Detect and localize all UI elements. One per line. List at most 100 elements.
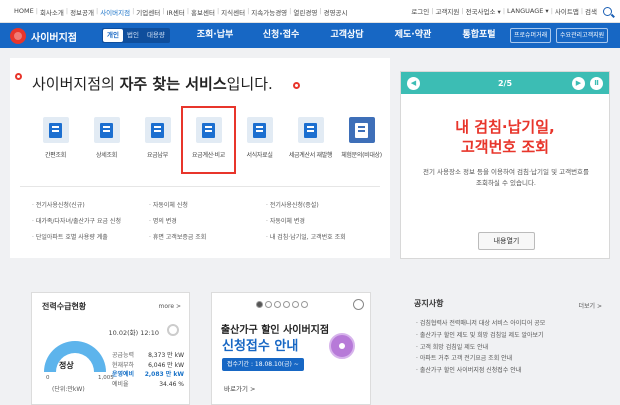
refresh-icon[interactable]	[167, 324, 179, 336]
list-item[interactable]: 검침협력사 전력매니저 대상 서비스 아이디어 공모	[416, 318, 545, 330]
link-increase-application[interactable]: 전기사용신청(증설)	[266, 200, 383, 209]
promo-banner: 출산가구 할인 사이버지점 신청접수 안내 접수기간 : 18.08.10(금)…	[211, 292, 371, 405]
next-arrow-icon[interactable]: ▶	[572, 77, 585, 90]
touch-icon	[329, 333, 355, 359]
nav-application[interactable]: 신청·접수	[248, 23, 314, 48]
top-utility-bar: HOME | 회사소개 | 정보공개 | 사이버지점 | 기업센터 | IR센터 | 홍보센…	[0, 0, 620, 23]
top-link-knowledge[interactable]: 지식센터	[219, 7, 247, 17]
list-item[interactable]: 아파트 거주 고객 전기요금 조회 안내	[416, 353, 545, 365]
nav-inquiry-payment[interactable]: 조회·납부	[182, 23, 248, 48]
notice-more-link[interactable]: 더보기 >	[579, 301, 603, 310]
search-link[interactable]: 검색	[583, 6, 599, 16]
page-dot[interactable]	[292, 301, 299, 308]
sitemap-link[interactable]: 사이트맵	[553, 6, 581, 16]
top-left-links: HOME | 회사소개 | 정보공개 | 사이버지점 | 기업센터 | IR센터 | 홍보센…	[12, 7, 350, 17]
prev-arrow-icon[interactable]: ◀	[407, 77, 420, 90]
power-more-link[interactable]: more >	[159, 303, 181, 310]
top-link-pr[interactable]: 홍보센터	[189, 7, 217, 17]
promo-period: 접수기간 : 18.08.10(금) ~	[222, 358, 304, 371]
page-dot[interactable]	[283, 301, 290, 308]
link-family-discount[interactable]: 대가족/다자녀/출산가구 요금 신청	[32, 216, 149, 225]
slide-description: 전기 사용장소 정보 등을 이용하여 검침·납기일 및 고객번호를 조회하실 수…	[422, 168, 590, 187]
segment-large[interactable]: 대용량	[143, 29, 169, 42]
top-link-cyber-branch[interactable]: 사이버지점	[98, 7, 132, 17]
top-link-sustainability[interactable]: 지속가능경영	[249, 7, 289, 17]
login-link[interactable]: 로그인	[409, 6, 431, 16]
segment-corporate[interactable]: 법인	[123, 29, 143, 42]
slide-counter: 2/5	[497, 78, 513, 88]
pause-icon[interactable]: Ⅱ	[590, 77, 603, 90]
customer-type-switch: 개인 법인 대용량	[102, 28, 170, 43]
quick-links: 전기사용신청(신규) 자동이체 신청 전기사용신청(증설) 대가족/다자녀/출산…	[32, 200, 383, 241]
brand[interactable]: 사이버지점	[10, 28, 77, 44]
promo-go-link[interactable]: 바로가기 >	[224, 383, 255, 393]
link-meter-date-inquiry[interactable]: 내 검침·납기일, 고객번호 조회	[266, 232, 383, 241]
supply-gauge	[44, 341, 106, 372]
link-name-change[interactable]: 명의 변경	[149, 216, 266, 225]
top-link-company[interactable]: 회사소개	[38, 7, 66, 17]
banner-pagination	[256, 301, 308, 308]
service-payment[interactable]: 요금납부	[134, 110, 181, 170]
service-icons: 간편조회 상세조회 요금납부 요금계산·비교 서식자료실 세금계산서 재발행 체…	[32, 106, 385, 174]
link-apartment-usage[interactable]: 단일아파트 호별 사용량 계출	[32, 232, 149, 241]
top-link-disclosure[interactable]: 정보공개	[68, 7, 96, 17]
magnify-doc-icon	[100, 122, 113, 138]
top-link-ir[interactable]: IR센터	[164, 7, 186, 17]
brand-logo-icon	[10, 28, 26, 44]
list-item[interactable]: 출산가구 할인 제도 및 희망 검침일 제도 알아보기	[416, 330, 545, 342]
power-datetime: 10.02(화) 12:10	[108, 329, 159, 337]
notice-panel: 공지사항 더보기 > 검침협력사 전력매니저 대상 서비스 아이디어 공모 출산…	[404, 292, 610, 405]
feature-slider: ◀ 2/5 ▶ Ⅱ 내 검침·납기일, 고객번호 조회 전기 사용장소 정보 등을…	[400, 71, 610, 259]
notice-list: 검침협력사 전력매니저 대상 서비스 아이디어 공모 출산가구 할인 제도 및 …	[416, 318, 545, 377]
link-auto-transfer[interactable]: 자동이체 신청	[149, 200, 266, 209]
pen-doc-icon	[304, 122, 317, 138]
page-title: 사이버지점의 자주 찾는 서비스입니다.	[32, 75, 273, 93]
link-dormant-deposit[interactable]: 휴면 고객보증금 조회	[149, 232, 266, 241]
language-dropdown[interactable]: LANGUAGE ▾	[505, 7, 551, 15]
top-link-business[interactable]: 기업센터	[134, 7, 162, 17]
service-rate-calc[interactable]: 요금계산·비교	[181, 106, 236, 174]
support-link[interactable]: 고객지원	[433, 6, 461, 16]
folder-icon	[253, 122, 266, 138]
nav-consultation[interactable]: 고객상담	[314, 23, 380, 48]
search-icon[interactable]	[603, 6, 612, 16]
frequent-services-panel: 사이버지점의 자주 찾는 서비스입니다. 간편조회 상세조회 요금납부 요금계산…	[10, 58, 390, 258]
service-forms[interactable]: 서식자료실	[236, 110, 283, 170]
open-content-button[interactable]: 내용열기	[478, 232, 535, 250]
top-link-home[interactable]: HOME	[12, 7, 36, 17]
brand-name: 사이버지점	[31, 32, 77, 44]
service-experience[interactable]: 체험문의(비대상)	[338, 110, 385, 170]
list-item[interactable]: 출산가구 할인 사이버지점 신청접수 안내	[416, 365, 545, 377]
top-right-links: 로그인 | 고객지원 | 전국사업소 ▾ | LANGUAGE ▾ | 사이트맵 | 검색	[409, 6, 612, 16]
service-detail-inquiry[interactable]: 상세조회	[83, 110, 130, 170]
bill-icon	[151, 122, 164, 138]
page-dot[interactable]	[256, 301, 263, 308]
power-supply-panel: 전력수급현황 more > 10.02(화) 12:10 정상 0 1,005 …	[31, 292, 190, 405]
page-dot[interactable]	[301, 301, 308, 308]
pause-icon[interactable]	[353, 299, 364, 310]
nav-rules[interactable]: 제도·약관	[380, 23, 446, 48]
prosumer-button[interactable]: 프로슈머거래	[510, 28, 552, 43]
power-stats: 공급능력 8,373 만 kW 현재부하 6,046 만 kW 운영예비 2,083 …	[112, 352, 184, 388]
top-link-open[interactable]: 열린경영	[291, 7, 319, 17]
service-simple-inquiry[interactable]: 간편조회	[32, 110, 79, 170]
calculator-icon	[202, 122, 215, 138]
power-title: 전력수급현황	[42, 302, 87, 311]
service-tax-invoice[interactable]: 세금계산서 재발행	[287, 110, 334, 170]
notice-title: 공지사항	[414, 299, 444, 308]
offices-dropdown[interactable]: 전국사업소 ▾	[464, 6, 503, 16]
demand-mgmt-button[interactable]: 수요관리고객지원	[556, 28, 609, 43]
slide-title: 내 검침·납기일, 고객번호 조회	[455, 118, 555, 156]
pin-marker-icon	[15, 73, 22, 80]
page-dot[interactable]	[274, 301, 281, 308]
nav-portal[interactable]: 통합포털	[446, 23, 512, 48]
link-new-application[interactable]: 전기사용신청(신규)	[32, 200, 149, 209]
page-dot[interactable]	[265, 301, 272, 308]
segment-personal[interactable]: 개인	[103, 29, 123, 42]
list-item[interactable]: 고객 희망 검침일 제도 안내	[416, 342, 545, 354]
main-nav: 사이버지점 개인 법인 대용량 조회·납부 신청·접수 고객상담 제도·약관 통…	[0, 23, 620, 48]
gauge-unit: (단위:만kW)	[52, 386, 85, 393]
link-auto-transfer-change[interactable]: 자동이체 변경	[266, 216, 383, 225]
top-link-disclosure-mgmt[interactable]: 경영공시	[322, 7, 350, 17]
gauge-status: 정상	[59, 361, 74, 370]
